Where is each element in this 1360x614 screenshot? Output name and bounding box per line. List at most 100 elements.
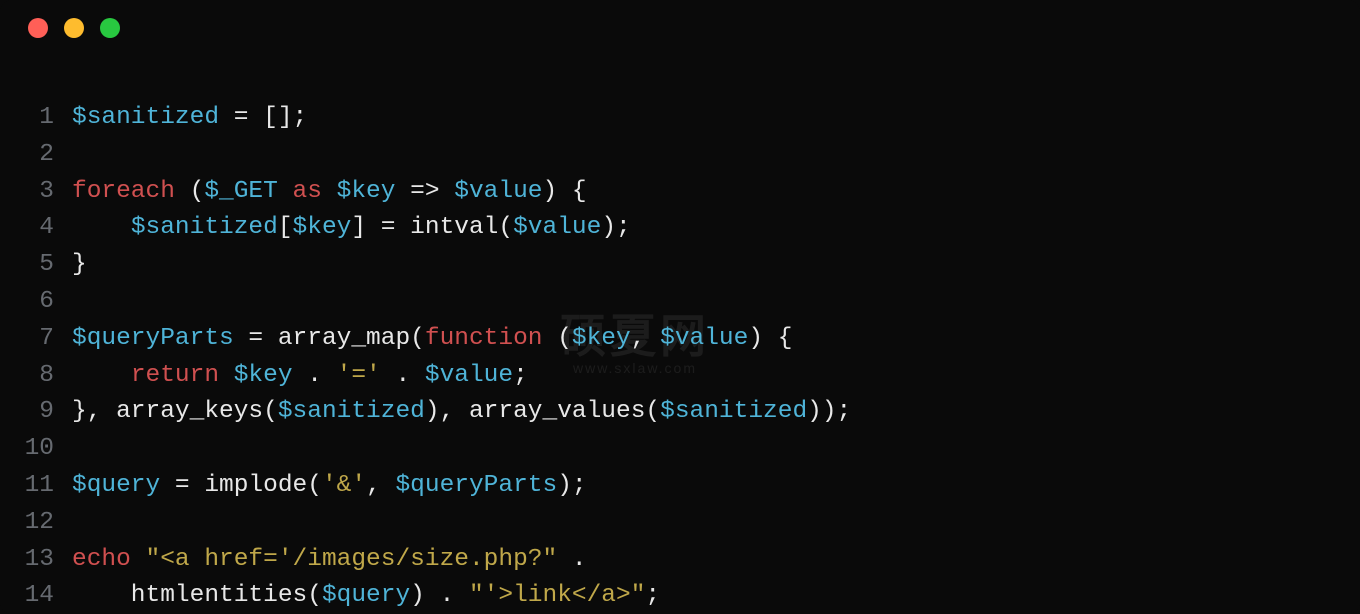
line-number: 1 (0, 100, 72, 137)
token: $sanitized (72, 104, 219, 131)
token: ( (175, 178, 204, 205)
token: $sanitized (660, 398, 807, 425)
code-content[interactable]: echo "<a href='/images/size.php?" . (72, 542, 587, 579)
code-content[interactable]: return $key . '=' . $value; (72, 358, 528, 395)
token: = []; (219, 104, 307, 131)
line-number: 2 (0, 137, 72, 174)
token: return (131, 362, 219, 389)
token: '&' (322, 472, 366, 499)
token: $key (337, 178, 396, 205)
code-line[interactable]: 14 htmlentities($query) . "'>link</a>"; (0, 578, 1360, 614)
token: . (293, 362, 337, 389)
token: )); (807, 398, 851, 425)
token: $_GET (204, 178, 278, 205)
token: => (395, 178, 454, 205)
token: , (366, 472, 395, 499)
token: $value (513, 214, 601, 241)
token: ; (645, 582, 660, 609)
token: = array_map( (234, 325, 425, 352)
code-window: 硕夏网 www.sxlaw.com 1$sanitized = [];23for… (0, 0, 1360, 614)
token: $value (660, 325, 748, 352)
code-line[interactable]: 6 (0, 284, 1360, 321)
token: , (631, 325, 660, 352)
token: ( (543, 325, 572, 352)
line-number: 8 (0, 358, 72, 395)
code-content[interactable]: }, array_keys($sanitized), array_values(… (72, 394, 851, 431)
line-number: 3 (0, 174, 72, 211)
code-editor[interactable]: 1$sanitized = [];23foreach ($_GET as $ke… (0, 100, 1360, 614)
token: $value (425, 362, 513, 389)
line-number: 6 (0, 284, 72, 321)
zoom-icon[interactable] (100, 18, 120, 38)
token: ) { (748, 325, 792, 352)
token: $query (322, 582, 410, 609)
token (322, 178, 337, 205)
code-line[interactable]: 5} (0, 247, 1360, 284)
line-number: 9 (0, 394, 72, 431)
code-line[interactable]: 2 (0, 137, 1360, 174)
token: $query (72, 472, 160, 499)
minimize-icon[interactable] (64, 18, 84, 38)
code-content[interactable]: htmlentities($query) . "'>link</a>"; (72, 578, 660, 614)
token: htmlentities( (72, 582, 322, 609)
line-number: 4 (0, 210, 72, 247)
token: $key (293, 214, 352, 241)
token: [ (278, 214, 293, 241)
token: ); (601, 214, 630, 241)
code-content[interactable]: $queryParts = array_map(function ($key, … (72, 321, 792, 358)
token: ] = intval( (351, 214, 513, 241)
token: ; (513, 362, 528, 389)
token: ) { (543, 178, 587, 205)
code-line[interactable]: 12 (0, 505, 1360, 542)
code-content[interactable]: $sanitized[$key] = intval($value); (72, 210, 631, 247)
token: ); (557, 472, 586, 499)
token (131, 546, 146, 573)
token: $queryParts (72, 325, 234, 352)
code-line[interactable]: 10 (0, 431, 1360, 468)
line-number: 13 (0, 542, 72, 579)
token: } (72, 251, 87, 278)
token: "'>link</a>" (469, 582, 645, 609)
token: = implode( (160, 472, 322, 499)
line-number: 12 (0, 505, 72, 542)
code-line[interactable]: 13echo "<a href='/images/size.php?" . (0, 542, 1360, 579)
line-number: 11 (0, 468, 72, 505)
window-titlebar (0, 0, 1360, 56)
line-number: 7 (0, 321, 72, 358)
line-number: 5 (0, 247, 72, 284)
line-number: 14 (0, 578, 72, 614)
token: $value (454, 178, 542, 205)
token: $queryParts (395, 472, 557, 499)
token (219, 362, 234, 389)
token: . (381, 362, 425, 389)
token: "<a href='/images/size.php?" (146, 546, 558, 573)
token: as (293, 178, 322, 205)
code-line[interactable]: 9}, array_keys($sanitized), array_values… (0, 394, 1360, 431)
token (72, 362, 131, 389)
code-content[interactable]: foreach ($_GET as $key => $value) { (72, 174, 587, 211)
code-content[interactable]: } (72, 247, 87, 284)
token (278, 178, 293, 205)
token: ), array_values( (425, 398, 660, 425)
token: . (557, 546, 586, 573)
code-line[interactable]: 7$queryParts = array_map(function ($key,… (0, 321, 1360, 358)
close-icon[interactable] (28, 18, 48, 38)
token: $key (572, 325, 631, 352)
token: ) . (410, 582, 469, 609)
code-line[interactable]: 11$query = implode('&', $queryParts); (0, 468, 1360, 505)
code-line[interactable]: 1$sanitized = []; (0, 100, 1360, 137)
token: '=' (337, 362, 381, 389)
code-line[interactable]: 8 return $key . '=' . $value; (0, 358, 1360, 395)
token: $sanitized (131, 214, 278, 241)
token: $sanitized (278, 398, 425, 425)
code-line[interactable]: 4 $sanitized[$key] = intval($value); (0, 210, 1360, 247)
token: $key (234, 362, 293, 389)
token (72, 214, 131, 241)
token: foreach (72, 178, 175, 205)
token: }, array_keys( (72, 398, 278, 425)
code-content[interactable]: $query = implode('&', $queryParts); (72, 468, 587, 505)
code-content[interactable]: $sanitized = []; (72, 100, 307, 137)
line-number: 10 (0, 431, 72, 468)
code-line[interactable]: 3foreach ($_GET as $key => $value) { (0, 174, 1360, 211)
token: echo (72, 546, 131, 573)
